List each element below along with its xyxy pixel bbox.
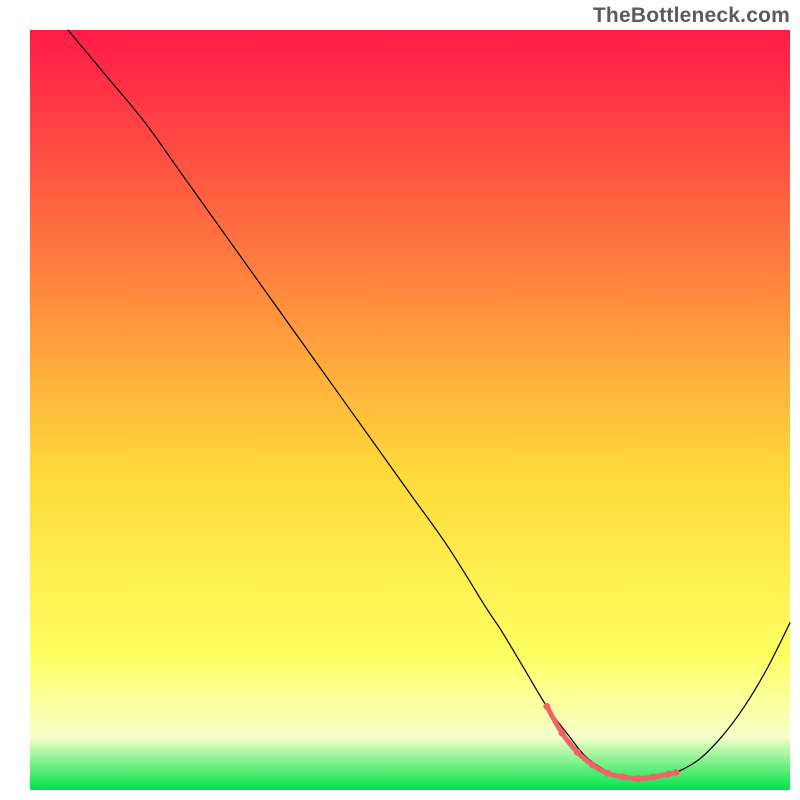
gradient-rect (30, 30, 790, 790)
highlight-dot (635, 775, 642, 782)
highlight-dot (650, 774, 657, 781)
watermark-text: TheBottleneck.com (593, 4, 790, 28)
plot-inner (30, 30, 790, 790)
highlight-dot (604, 770, 611, 777)
highlight-dot (589, 761, 596, 768)
bottleneck-chart (0, 0, 800, 800)
highlight-dot (574, 749, 581, 756)
highlight-dot (673, 769, 680, 776)
highlight-dot (619, 774, 626, 781)
highlight-dot (543, 703, 550, 710)
highlight-dot (559, 730, 566, 737)
highlight-dot (665, 771, 672, 778)
